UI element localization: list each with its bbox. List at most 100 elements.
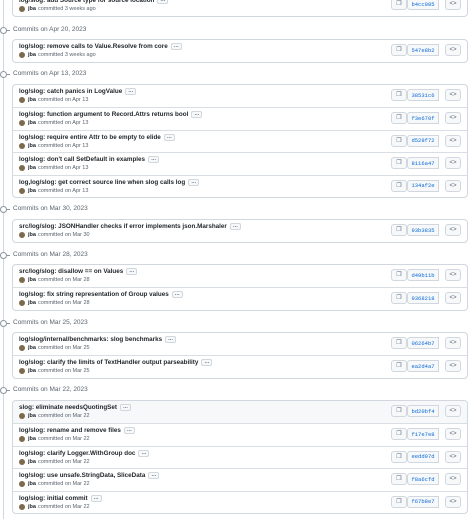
browse-repository-button[interactable]: <> [445, 269, 461, 281]
commit-message-link[interactable]: log/slog: use unsafe.StringData, SliceDa… [19, 472, 160, 480]
commit-message-link[interactable]: log/slog: add Source type for source loc… [19, 0, 169, 4]
expand-description-button[interactable]: … [126, 268, 138, 275]
browse-repository-button[interactable]: <> [445, 292, 461, 305]
expand-description-button[interactable]: … [90, 494, 102, 502]
avatar[interactable] [19, 481, 25, 488]
commit-message-link[interactable]: log/slog/internal/benchmarks: slog bench… [19, 336, 177, 343]
commit-author-link[interactable]: jba [28, 120, 36, 126]
expand-description-button[interactable]: … [163, 133, 175, 141]
avatar[interactable] [19, 52, 25, 58]
copy-sha-button[interactable]: ❐ [391, 89, 407, 101]
browse-repository-button[interactable]: <> [445, 495, 461, 508]
browse-repository-button[interactable]: <> [445, 405, 461, 417]
commit-sha-link[interactable]: d49b11b [407, 269, 439, 281]
commit-sha-link[interactable]: f8a6cfd [407, 473, 439, 486]
avatar[interactable] [19, 120, 25, 127]
copy-sha-button[interactable]: ❐ [391, 360, 407, 373]
expand-description-button[interactable]: … [188, 178, 200, 186]
commit-sha-link[interactable]: 9368218 [407, 292, 439, 305]
expand-description-button[interactable]: … [191, 111, 203, 119]
commit-author-link[interactable]: jba [28, 6, 36, 12]
commit-sha-link[interactable]: 134af2e [407, 179, 439, 192]
commit-sha-link[interactable]: d528f72 [407, 134, 439, 147]
browse-repository-button[interactable]: <> [445, 337, 461, 349]
commit-sha-link[interactable]: 06264b7 [407, 337, 439, 349]
commit-sha-link[interactable]: 8116a47 [407, 157, 439, 170]
expand-description-button[interactable]: … [119, 404, 131, 411]
commit-sha-link[interactable]: f67b8e7 [407, 495, 439, 508]
commit-sha-link[interactable]: eedd97d [407, 450, 439, 463]
avatar[interactable] [19, 503, 25, 510]
browse-repository-button[interactable]: <> [445, 44, 461, 56]
copy-sha-button[interactable]: ❐ [391, 269, 407, 281]
commit-author-link[interactable]: jba [28, 232, 36, 238]
commit-author-link[interactable]: jba [28, 413, 36, 419]
commit-message-link[interactable]: log/slog: require entire Attr to be empt… [19, 133, 175, 141]
avatar[interactable] [19, 436, 25, 443]
copy-sha-button[interactable]: ❐ [391, 134, 407, 147]
browse-repository-button[interactable]: <> [445, 0, 461, 10]
browse-repository-button[interactable]: <> [445, 450, 461, 463]
expand-description-button[interactable]: … [165, 336, 177, 343]
avatar[interactable] [19, 187, 25, 194]
expand-description-button[interactable]: … [229, 223, 241, 230]
avatar[interactable] [19, 413, 25, 419]
commit-message-link[interactable]: src/log/slog: JSONHandler checks if erro… [19, 223, 241, 230]
commit-sha-link[interactable]: 93b3835 [407, 224, 439, 236]
avatar[interactable] [19, 368, 25, 375]
commit-author-link[interactable]: jba [28, 504, 36, 510]
commit-author-link[interactable]: jba [28, 97, 36, 103]
expand-description-button[interactable]: … [125, 88, 137, 95]
commit-message-link[interactable]: log/slog: catch panics in LogValue… [19, 88, 137, 95]
copy-sha-button[interactable]: ❐ [391, 179, 407, 192]
commit-message-link[interactable]: log/slog: clarify the limits of TextHand… [19, 359, 213, 367]
browse-repository-button[interactable]: <> [445, 112, 461, 125]
expand-description-button[interactable]: … [170, 43, 182, 50]
commit-message-link[interactable]: log/slog: clarify Logger.WithGroup doc… [19, 449, 150, 457]
commit-author-link[interactable]: jba [28, 165, 36, 171]
copy-sha-button[interactable]: ❐ [391, 405, 407, 417]
browse-repository-button[interactable]: <> [445, 224, 461, 236]
commit-author-link[interactable]: jba [28, 481, 36, 487]
browse-repository-button[interactable]: <> [445, 360, 461, 373]
commit-sha-link[interactable]: bd20bf4 [407, 405, 439, 417]
commit-message-link[interactable]: log/slog: remove calls to Value.Resolve … [19, 43, 182, 50]
avatar[interactable] [19, 232, 25, 238]
avatar[interactable] [19, 300, 25, 307]
expand-description-button[interactable]: … [157, 0, 169, 4]
commit-author-link[interactable]: jba [28, 345, 36, 351]
commit-sha-link[interactable]: 547e8b2 [407, 44, 439, 56]
browse-repository-button[interactable]: <> [445, 428, 461, 441]
copy-sha-button[interactable]: ❐ [391, 44, 407, 56]
avatar[interactable] [19, 6, 25, 12]
browse-repository-button[interactable]: <> [445, 134, 461, 147]
commit-author-link[interactable]: jba [28, 459, 36, 465]
avatar[interactable] [19, 165, 25, 172]
avatar[interactable] [19, 97, 25, 103]
commit-message-link[interactable]: src/log/slog: disallow == on Values… [19, 268, 138, 275]
copy-sha-button[interactable]: ❐ [391, 292, 407, 305]
commit-sha-link[interactable]: 38531c6 [407, 89, 439, 101]
commit-sha-link[interactable]: b4cc085 [407, 0, 439, 10]
copy-sha-button[interactable]: ❐ [391, 224, 407, 236]
browse-repository-button[interactable]: <> [445, 179, 461, 192]
browse-repository-button[interactable]: <> [445, 89, 461, 101]
commit-author-link[interactable]: jba [28, 300, 36, 306]
copy-sha-button[interactable]: ❐ [391, 157, 407, 170]
commit-message-link[interactable]: log/slog: initial commit… [19, 494, 102, 502]
expand-description-button[interactable]: … [148, 156, 160, 164]
copy-sha-button[interactable]: ❐ [391, 0, 407, 10]
expand-description-button[interactable]: … [138, 449, 150, 457]
commit-message-link[interactable]: slog: eliminate needsQuotingSet… [19, 404, 131, 411]
avatar[interactable] [19, 142, 25, 149]
copy-sha-button[interactable]: ❐ [391, 337, 407, 349]
commit-message-link[interactable]: log/slog: fix string representation of G… [19, 291, 183, 299]
commit-author-link[interactable]: jba [28, 52, 36, 58]
commit-message-link[interactable]: log/slog: rename and remove files… [19, 427, 135, 435]
expand-description-button[interactable]: … [148, 472, 160, 480]
expand-description-button[interactable]: … [171, 291, 183, 299]
commit-sha-link[interactable]: ea2d4a7 [407, 360, 439, 373]
expand-description-button[interactable]: … [123, 427, 135, 435]
browse-repository-button[interactable]: <> [445, 473, 461, 486]
commit-author-link[interactable]: jba [28, 188, 36, 194]
